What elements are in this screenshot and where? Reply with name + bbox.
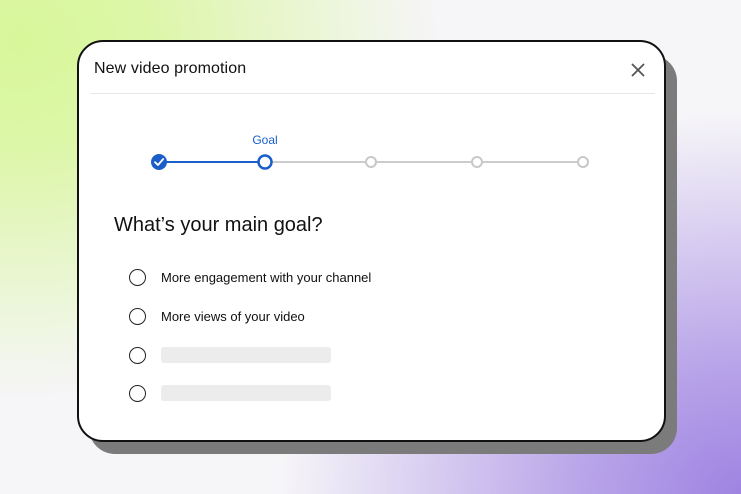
option-engagement[interactable]: More engagement with your channel: [129, 266, 371, 288]
step-2-current: [257, 154, 273, 170]
option-placeholder[interactable]: [129, 344, 331, 366]
close-icon: [631, 63, 645, 77]
promotion-dialog: New video promotion Goal What’s your mai…: [77, 40, 666, 442]
option-label-placeholder: [161, 385, 331, 401]
close-button[interactable]: [628, 60, 648, 80]
radio-button[interactable]: [129, 307, 146, 325]
radio-button[interactable]: [129, 384, 146, 402]
radio-button[interactable]: [129, 346, 146, 364]
current-step-label: Goal: [252, 133, 278, 147]
option-views[interactable]: More views of your video: [129, 305, 305, 327]
step-5-upcoming: [577, 156, 589, 168]
option-label: More engagement with your channel: [161, 269, 372, 285]
step-4-upcoming: [471, 156, 483, 168]
question-heading: What’s your main goal?: [114, 214, 323, 236]
option-label-placeholder: [161, 347, 331, 363]
radio-button[interactable]: [129, 268, 146, 286]
header-divider: [91, 93, 655, 94]
step-1-completed: [151, 154, 167, 170]
option-placeholder[interactable]: [129, 382, 331, 404]
step-3-upcoming: [365, 156, 377, 168]
option-label: More views of your video: [161, 308, 305, 324]
progress-stepper: [151, 154, 589, 170]
dialog-title: New video promotion: [94, 60, 247, 77]
